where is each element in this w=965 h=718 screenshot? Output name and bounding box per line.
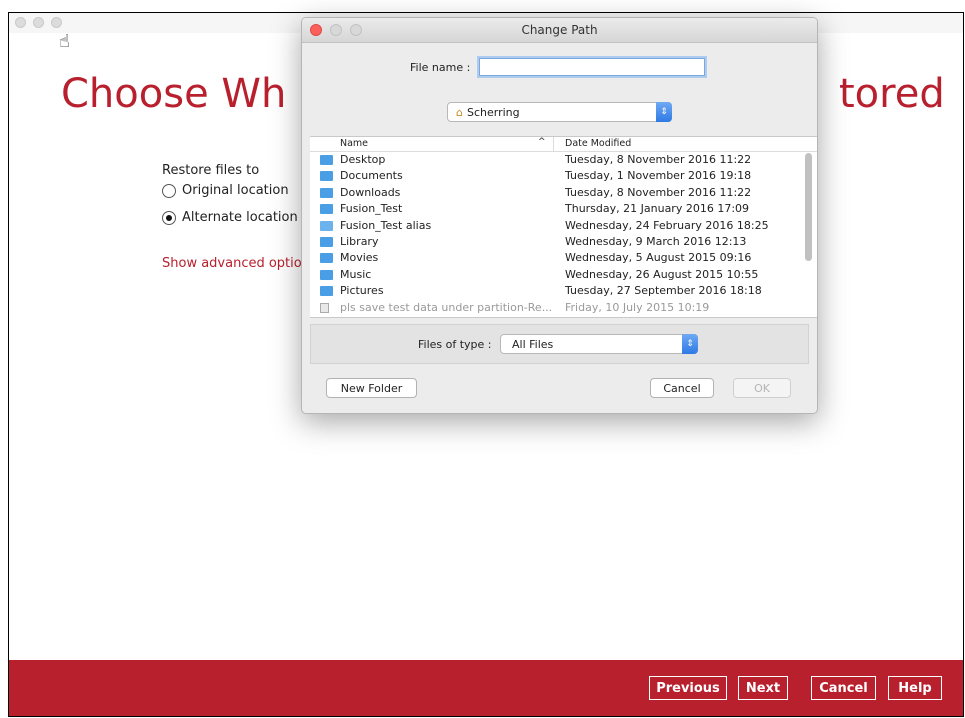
file-name: Music: [340, 267, 372, 281]
alias-icon: [320, 220, 333, 231]
file-name: Fusion_Test alias: [340, 218, 432, 232]
file-name: Fusion_Test: [340, 202, 403, 216]
file-name-label: File name :: [410, 61, 471, 74]
file-name: Desktop: [340, 153, 386, 166]
dialog-title: Change Path: [521, 23, 598, 37]
file-date-modified: Tuesday, 27 September 2016 18:18: [565, 284, 762, 298]
file-name: pls save test data under partition-Re...: [340, 300, 553, 314]
file-date-modified: Wednesday, 9 March 2016 12:13: [565, 235, 747, 248]
file-date-modified: Wednesday, 24 February 2016 18:25: [565, 218, 769, 232]
updown-arrows-icon: ⇕: [682, 334, 698, 354]
folder-icon: [320, 155, 333, 165]
radio-label: Alternate location: [182, 210, 298, 225]
file-row[interactable]: Fusion_Test alias Wednesday, 24 February …: [310, 218, 800, 234]
location-dropdown[interactable]: ⌂ Scherring ⇕: [447, 102, 672, 122]
file-row[interactable]: Movies Wednesday, 5 August 2015 09:16: [310, 250, 800, 266]
file-name: Movies: [340, 251, 379, 265]
folder-icon: [320, 253, 333, 264]
folder-icon: [320, 286, 333, 297]
file-row[interactable]: Downloads Tuesday, 8 November 2016 11:22: [310, 185, 800, 201]
page-title-end: tored: [839, 71, 945, 117]
bottom-nav-bar: Previous Next Cancel Help: [9, 660, 963, 716]
file-name: Library: [340, 235, 379, 248]
file-date-modified: Tuesday, 1 November 2016 19:18: [565, 169, 752, 183]
files-of-type-panel: Files of type : All Files ⇕: [310, 324, 809, 364]
radio-alternate-location[interactable]: Alternate location: [162, 210, 298, 225]
page-title: Choose Wh: [61, 71, 287, 117]
cancel-button[interactable]: Cancel: [811, 676, 876, 700]
file-list[interactable]: Name ^ Date Modified Desktop Tuesday, 8 N…: [310, 136, 817, 318]
files-of-type-dropdown[interactable]: All Files ⇕: [500, 334, 698, 354]
hand-cursor-icon: ☝: [59, 31, 70, 52]
next-button[interactable]: Next: [738, 676, 788, 700]
folder-icon: [320, 204, 333, 215]
radio-button[interactable]: [162, 183, 176, 198]
column-header-name[interactable]: Name: [340, 138, 368, 149]
file-date-modified: Tuesday, 8 November 2016 11:22: [565, 185, 752, 199]
file-row[interactable]: Library Wednesday, 9 March 2016 12:13: [310, 234, 800, 250]
home-icon: ⌂: [456, 106, 463, 119]
file-date-modified: Wednesday, 5 August 2015 09:16: [565, 251, 752, 265]
new-folder-button[interactable]: New Folder: [326, 378, 417, 398]
help-button[interactable]: Help: [888, 676, 942, 700]
file-row[interactable]: Music Wednesday, 26 August 2015 10:55: [310, 267, 800, 283]
file-name: Pictures: [340, 284, 384, 298]
folder-icon: [320, 187, 333, 198]
radio-original-location[interactable]: Original location: [162, 183, 289, 198]
file-row[interactable]: Pictures Tuesday, 27 September 2016 18:18: [310, 283, 800, 299]
document-icon: [320, 302, 329, 313]
file-date-modified: Wednesday, 26 August 2015 10:55: [565, 267, 759, 281]
dialog-cancel-button[interactable]: Cancel: [650, 378, 714, 398]
location-value: Scherring: [466, 106, 520, 119]
file-list-header: Name ^ Date Modified: [310, 137, 817, 152]
file-row[interactable]: pls save test data under partition-Re...…: [310, 300, 800, 316]
folder-icon: [320, 171, 333, 182]
dialog-ok-button[interactable]: OK: [733, 378, 791, 398]
file-name-input[interactable]: [479, 58, 705, 76]
file-date-modified: Friday, 10 July 2015 10:19: [565, 300, 710, 314]
radio-label: Original location: [182, 183, 289, 198]
folder-icon: [320, 237, 333, 247]
file-date-modified: Thursday, 21 January 2016 17:09: [565, 202, 750, 216]
change-path-dialog: Change Path File name : ⌂ Scherring ⇕ Na…: [301, 17, 818, 414]
previous-button[interactable]: Previous: [649, 676, 727, 700]
files-of-type-value: All Files: [512, 338, 554, 351]
file-name: Documents: [340, 169, 403, 183]
updown-arrows-icon: ⇕: [656, 102, 672, 122]
show-advanced-options-link[interactable]: Show advanced optio: [162, 256, 302, 271]
restore-files-label: Restore files to: [162, 163, 260, 178]
sort-ascending-icon: ^: [538, 137, 546, 147]
radio-button-selected[interactable]: [162, 210, 176, 225]
file-date-modified: Tuesday, 8 November 2016 11:22: [565, 153, 752, 166]
dialog-titlebar: Change Path: [302, 18, 817, 43]
files-of-type-label: Files of type :: [418, 338, 492, 351]
file-row[interactable]: Documents Tuesday, 1 November 2016 19:18: [310, 168, 800, 184]
file-name: Downloads: [340, 185, 401, 199]
file-list-scrollbar[interactable]: [805, 153, 812, 261]
file-row[interactable]: Fusion_Test Thursday, 21 January 2016 17:…: [310, 201, 800, 217]
column-header-date-modified[interactable]: Date Modified: [565, 138, 631, 149]
folder-icon: [320, 269, 333, 280]
file-row[interactable]: Desktop Tuesday, 8 November 2016 11:22: [310, 152, 800, 168]
